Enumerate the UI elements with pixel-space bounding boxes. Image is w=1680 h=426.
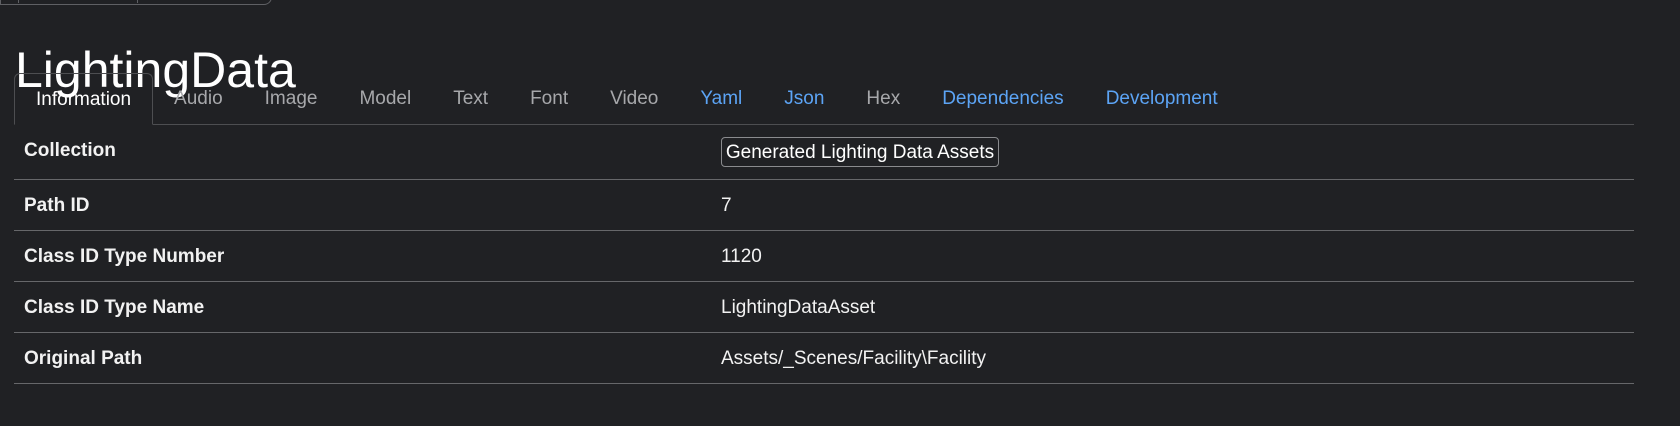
tab-development[interactable]: Development (1085, 74, 1239, 124)
tab-video[interactable]: Video (589, 74, 679, 124)
table-row-path-id: Path ID 7 (14, 180, 1634, 231)
collection-label: Collection (24, 140, 116, 161)
class-id-number-value: 1120 (721, 246, 762, 267)
toolbar-divider (18, 0, 19, 3)
class-id-name-value: LightingDataAsset (721, 297, 876, 318)
original-path-value: Assets/_Scenes/Facility\Facility (721, 348, 987, 369)
tab-yaml[interactable]: Yaml (679, 74, 763, 124)
class-id-number-label: Class ID Type Number (24, 246, 225, 267)
table-row-original-path: Original Path Assets/_Scenes/Facility\Fa… (14, 333, 1634, 384)
tab-bar: Information Audio Image Model Text Font … (14, 73, 1634, 125)
path-id-value: 7 (721, 195, 732, 216)
tab-information[interactable]: Information (14, 73, 154, 125)
collection-button[interactable]: Generated Lighting Data Assets (721, 137, 999, 167)
tab-json[interactable]: Json (763, 74, 845, 124)
original-path-label: Original Path (24, 348, 143, 369)
class-id-name-label: Class ID Type Name (24, 297, 205, 318)
tab-image[interactable]: Image (244, 74, 339, 124)
top-toolbar-remnant (0, 0, 272, 5)
table-row-collection: Collection Generated Lighting Data Asset… (14, 125, 1634, 180)
tab-dependencies[interactable]: Dependencies (921, 74, 1084, 124)
tab-hex[interactable]: Hex (845, 74, 921, 124)
tab-font[interactable]: Font (509, 74, 589, 124)
tab-audio[interactable]: Audio (153, 74, 244, 124)
table-row-class-id-number: Class ID Type Number 1120 (14, 231, 1634, 282)
table-row-class-id-name: Class ID Type Name LightingDataAsset (14, 282, 1634, 333)
tab-text[interactable]: Text (432, 74, 509, 124)
tab-model[interactable]: Model (338, 74, 432, 124)
toolbar-divider (137, 0, 138, 3)
information-table: Collection Generated Lighting Data Asset… (14, 125, 1634, 384)
path-id-label: Path ID (24, 195, 90, 216)
